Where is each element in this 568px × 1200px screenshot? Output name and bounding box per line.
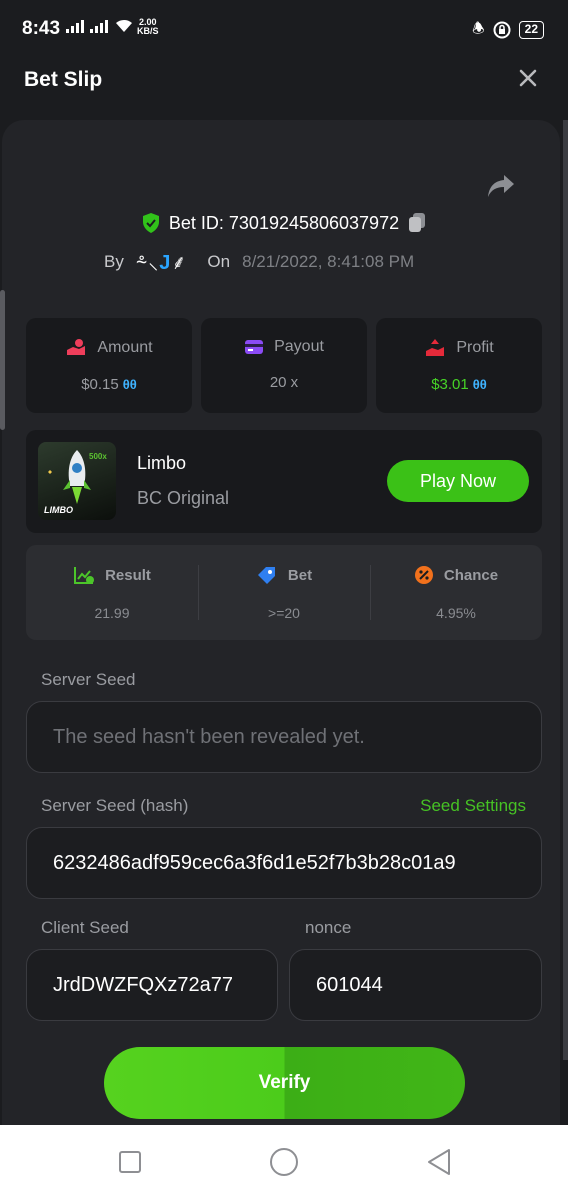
result-cell: Result 21.99 xyxy=(26,545,198,640)
nonce-field[interactable]: 601044 xyxy=(289,949,542,1021)
wifi-icon xyxy=(116,19,132,32)
verify-button[interactable]: Verify xyxy=(104,1047,465,1119)
payout-card: Payout 20 x xyxy=(201,318,367,413)
bet-value: >=20 xyxy=(268,605,300,621)
game-subtitle: BC Original xyxy=(137,488,230,508)
server-hash-label: Server Seed (hash) xyxy=(41,796,189,815)
scroll-indicator-left xyxy=(0,290,5,430)
server-seed-field[interactable]: The seed hasn't been revealed yet. xyxy=(26,701,542,773)
chance-cell: Chance 4.95% xyxy=(370,545,542,640)
thumb-multiplier: 500x xyxy=(89,452,107,461)
chance-value: 4.95% xyxy=(436,605,476,621)
vibrate-icon: 🕭 xyxy=(472,20,485,36)
thumb-label: LIMBO xyxy=(44,505,73,515)
game-card: 500x LIMBO Limbo BC Original Play Now xyxy=(26,430,542,533)
copy-icon[interactable] xyxy=(407,212,427,234)
server-hash-field[interactable]: 6232486adf959cec6a3f6d1e52f7b3b28c01a9 xyxy=(26,827,542,899)
profit-value: $3.01 xyxy=(431,376,469,393)
bet-date: 8/21/2022, 8:41:08 PM xyxy=(242,251,415,271)
server-seed-label: Server Seed xyxy=(41,670,136,689)
on-label: On xyxy=(207,251,231,271)
game-thumbnail[interactable]: 500x LIMBO xyxy=(38,442,116,520)
bet-cell: Bet >=20 xyxy=(198,545,370,640)
bet-id: Bet ID: 73019245806037972 xyxy=(168,212,400,233)
client-seed-label: Client Seed xyxy=(41,918,129,937)
signal-icons xyxy=(66,18,134,33)
status-time: 8:43 xyxy=(22,18,61,39)
nonce-label: nonce xyxy=(305,918,352,937)
signal-icon-2 xyxy=(90,20,108,33)
profit-hand-icon xyxy=(426,339,445,356)
money-hand-icon xyxy=(67,339,86,355)
bet-id-row: Bet ID: 73019245806037972 xyxy=(0,212,568,234)
chart-check-icon xyxy=(74,567,95,584)
stat-cards: Amount $0.15 θθ Payout 20 x Profit $3.01 θ… xyxy=(26,318,542,413)
header: Bet Slip xyxy=(0,44,568,120)
percent-icon xyxy=(414,566,433,584)
status-bar: 8:43 2.00 KB/S 🕭 22 xyxy=(0,0,568,44)
result-value: 21.99 xyxy=(94,605,130,621)
page-title: Bet Slip xyxy=(24,68,103,91)
close-icon[interactable] xyxy=(516,66,540,90)
back-icon[interactable] xyxy=(425,1147,453,1177)
amount-value: $0.15 xyxy=(81,376,119,393)
status-right: 🕭 22 xyxy=(472,18,544,42)
battery-indicator: 22 xyxy=(518,21,544,39)
shield-check-icon xyxy=(142,213,159,233)
amount-card: Amount $0.15 θθ xyxy=(26,318,192,413)
client-seed-field[interactable]: JrdDWZFQXz72a77 xyxy=(26,949,278,1021)
bet-author-row: By ⸛⸜J⸙ On 8/21/2022, 8:41:08 PM xyxy=(104,248,414,275)
scrollbar[interactable] xyxy=(563,120,568,1060)
home-icon[interactable] xyxy=(268,1147,300,1177)
share-icon[interactable] xyxy=(486,172,516,200)
profit-card: Profit $3.01 θθ xyxy=(376,318,542,413)
system-nav-bar xyxy=(0,1125,568,1200)
play-now-button[interactable]: Play Now xyxy=(387,460,529,502)
game-name: Limbo xyxy=(137,453,187,473)
card-icon xyxy=(245,340,264,354)
coin-icon: θθ xyxy=(472,377,487,392)
tag-icon xyxy=(257,567,275,584)
seed-settings-link[interactable]: Seed Settings xyxy=(420,796,526,816)
by-label: By xyxy=(104,251,124,271)
recents-icon[interactable] xyxy=(118,1147,142,1175)
lock-rotation-icon xyxy=(493,21,511,39)
result-panel: Result 21.99 Bet >=20 Chance 4.95% xyxy=(26,545,542,640)
coin-icon: θθ xyxy=(122,377,137,392)
signal-icon xyxy=(66,20,84,33)
username[interactable]: ⸛⸜J⸙ xyxy=(136,248,188,275)
network-speed: 2.00 KB/S xyxy=(137,17,159,36)
payout-value: 20 x xyxy=(269,374,299,391)
